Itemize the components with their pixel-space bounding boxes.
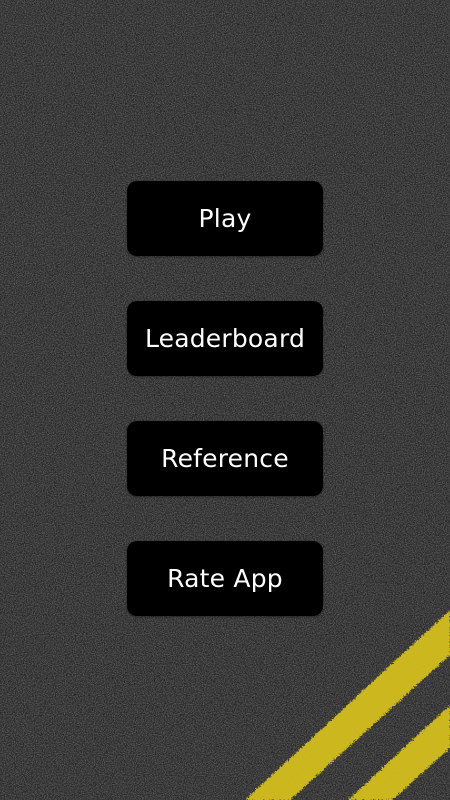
main-menu-screen: Play Leaderboard Reference Rate App	[0, 0, 450, 800]
leaderboard-button[interactable]: Leaderboard	[127, 301, 323, 376]
rate-app-button-label: Rate App	[167, 564, 283, 593]
play-button[interactable]: Play	[127, 181, 323, 256]
rate-app-button[interactable]: Rate App	[127, 541, 323, 616]
reference-button[interactable]: Reference	[127, 421, 323, 496]
main-menu: Play Leaderboard Reference Rate App	[127, 181, 323, 616]
leaderboard-button-label: Leaderboard	[144, 324, 306, 353]
play-button-label: Play	[198, 204, 252, 233]
reference-button-label: Reference	[161, 444, 289, 473]
